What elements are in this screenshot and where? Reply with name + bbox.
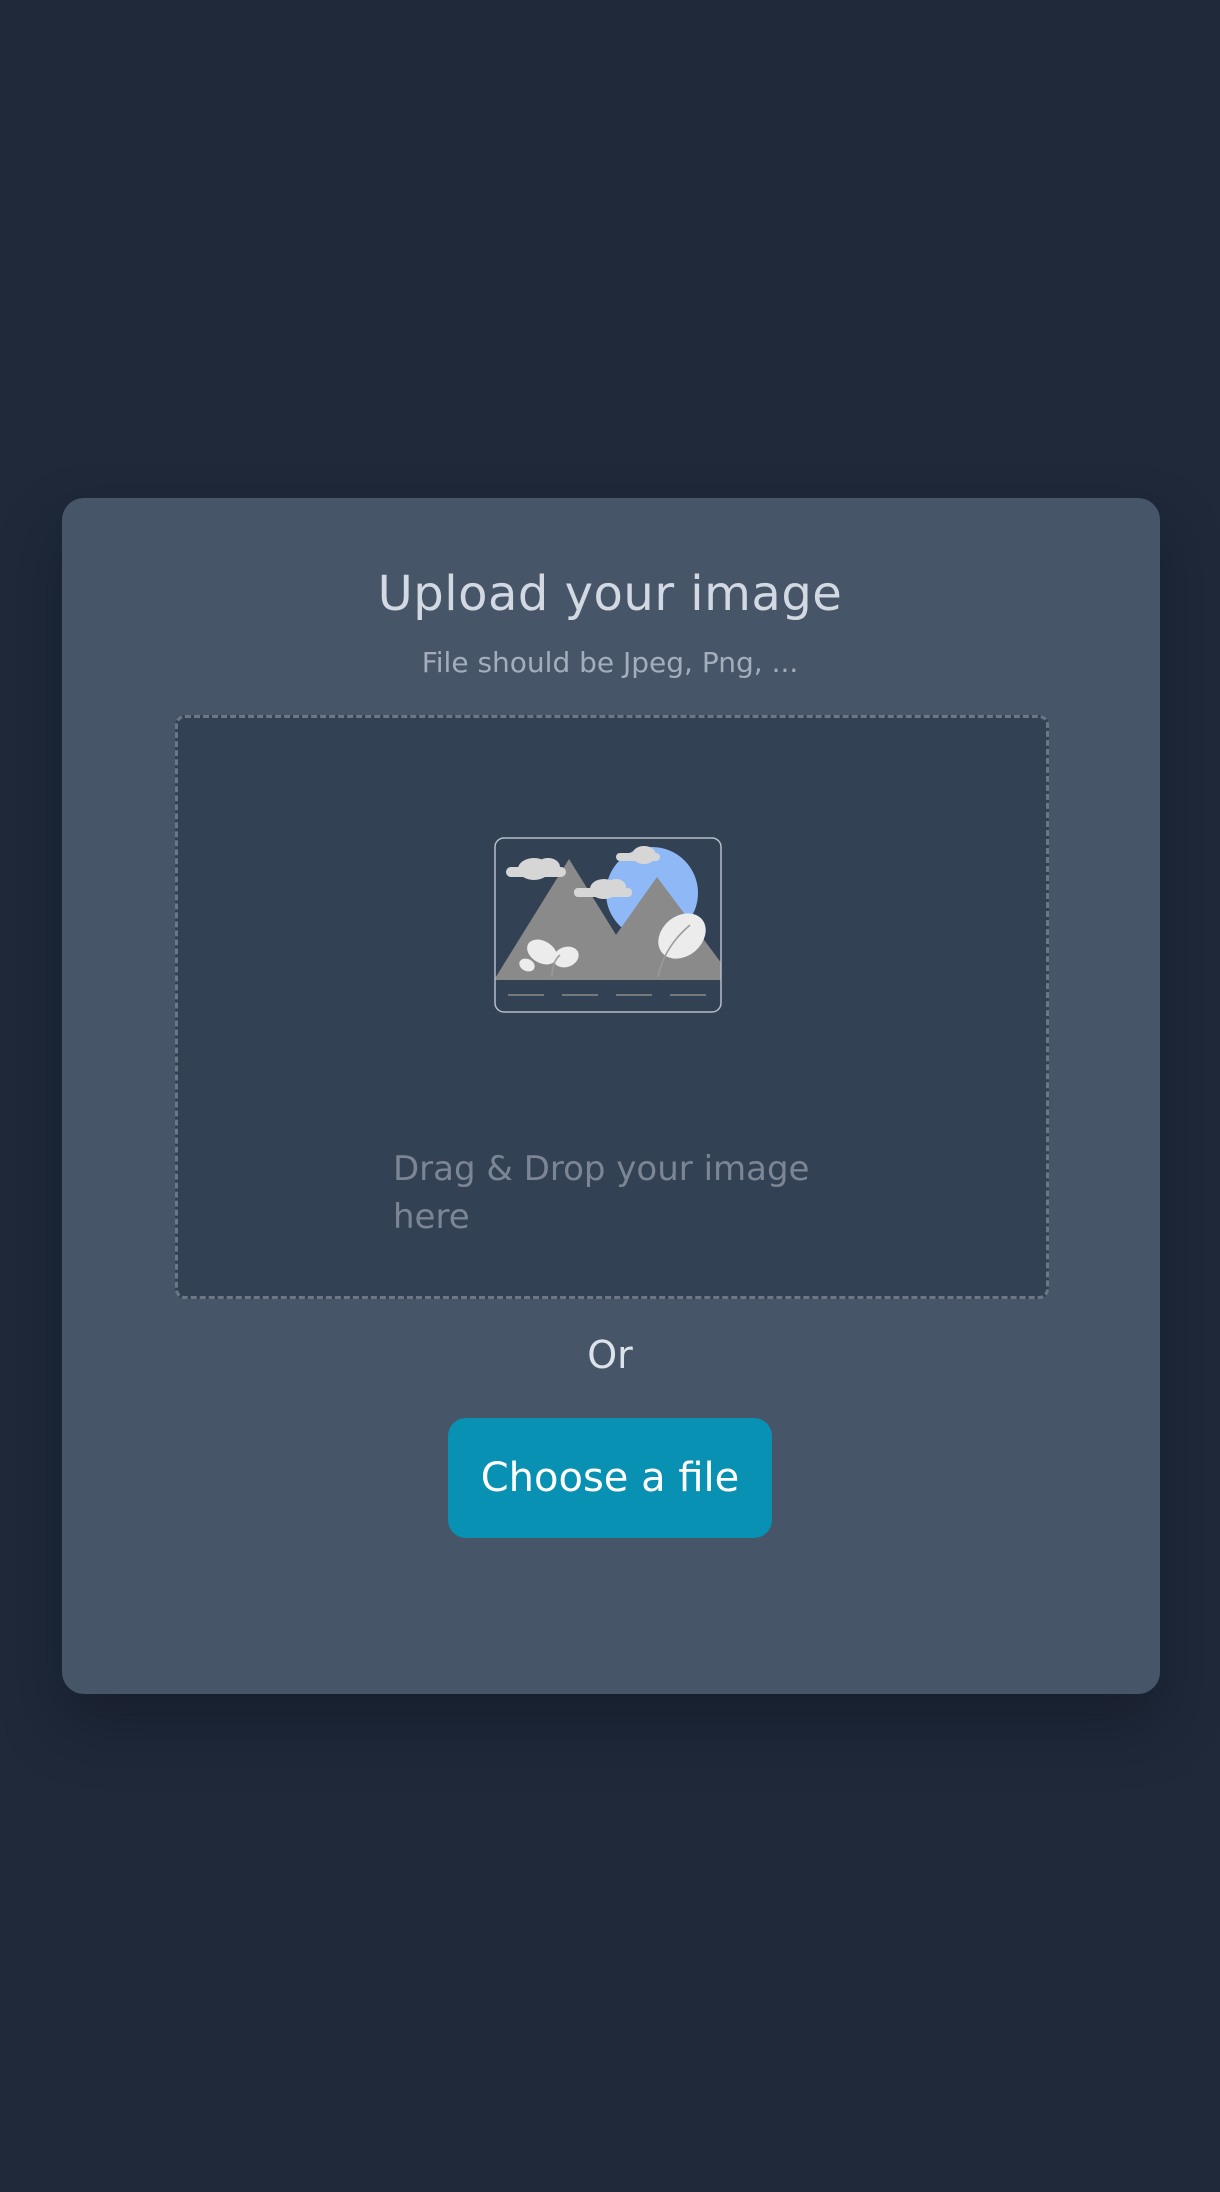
drop-instructions: Drag & Drop your image here [393, 1149, 810, 1237]
upload-subtitle: File should be Jpeg, Png, ... [421, 646, 799, 679]
image-placeholder-icon [494, 837, 722, 1013]
choose-file-button[interactable]: Choose a file [448, 1418, 772, 1538]
upload-title: Upload your image [377, 566, 843, 622]
or-separator: Or [587, 1333, 633, 1377]
